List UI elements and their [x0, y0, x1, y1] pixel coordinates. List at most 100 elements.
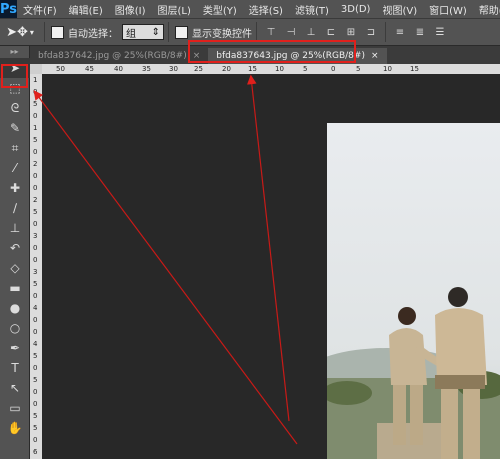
ruler-tick-label: 0 [33, 328, 38, 336]
menu-type[interactable]: 类型(Y) [197, 2, 243, 17]
ruler-tick-label: 0 [33, 400, 38, 408]
ruler-tick-label: 0 [33, 292, 38, 300]
ruler-tick-label: 0 [33, 316, 38, 324]
brush-tool-icon[interactable]: ∕ [0, 198, 30, 218]
show-transform-label: 显示变换控件 [192, 28, 252, 40]
menu-view[interactable]: 视图(V) [376, 2, 423, 17]
ruler-tick-label: 0 [33, 184, 38, 192]
history-brush-tool-icon[interactable]: ↶ [0, 238, 30, 258]
ruler-tick-label: 3 [33, 232, 38, 240]
ruler-tick-label: 10 [383, 65, 392, 73]
rectangle-tool-icon[interactable]: ▭ [0, 398, 30, 418]
ruler-tick-label: 5 [33, 352, 38, 360]
auto-select-checkbox[interactable] [51, 25, 64, 39]
menu-3d[interactable]: 3D(D) [335, 4, 377, 15]
dodge-tool-icon[interactable]: ○ [0, 318, 30, 338]
ruler-tick-label: 0 [33, 220, 38, 228]
ruler-tick-label: 45 [85, 65, 94, 73]
ruler-tick-label: 5 [303, 65, 308, 73]
annotation-highlight-active-tab [188, 40, 356, 63]
annotation-highlight-move-tool [1, 64, 28, 88]
ruler-origin[interactable] [30, 64, 42, 74]
ruler-tick-label: 0 [33, 364, 38, 372]
menu-select[interactable]: 选择(S) [243, 2, 289, 17]
horizontal-ruler: 50 45 40 35 30 25 20 15 10 5 0 5 10 15 [30, 64, 500, 74]
tab-label: bfda837642.jpg @ 25%(RGB/8#) [38, 51, 187, 61]
align-right-icon[interactable]: ⊐ [363, 24, 379, 40]
move-icon: ➤✥ [6, 24, 28, 40]
align-bottom-icon[interactable]: ⊥ [303, 24, 319, 40]
divider [256, 22, 257, 42]
ruler-tick-label: 0 [33, 244, 38, 252]
panel-grip-icon[interactable]: ▸▸ [0, 46, 29, 58]
lasso-tool-icon[interactable]: ᘓ [0, 98, 30, 118]
menu-edit[interactable]: 编辑(E) [63, 2, 109, 17]
ruler-tick-label: 50 [56, 65, 65, 73]
tool-preset-picker[interactable]: ➤✥ ▾ [0, 21, 40, 43]
ruler-tick-label: 20 [222, 65, 231, 73]
ruler-tick-label: 5 [33, 412, 38, 420]
updown-icon: ⇕ [151, 26, 160, 38]
blur-tool-icon[interactable]: ● [0, 298, 30, 318]
eraser-tool-icon[interactable]: ◇ [0, 258, 30, 278]
ruler-tick-label: 10 [275, 65, 284, 73]
eyedropper-tool-icon[interactable]: ⁄ [0, 158, 30, 178]
ruler-tick-label: 35 [142, 65, 151, 73]
close-icon[interactable]: × [371, 51, 379, 61]
photo-couple-soldiers [327, 123, 500, 459]
ruler-tick-label: 30 [169, 65, 178, 73]
ruler-tick-label: 4 [33, 304, 38, 312]
menu-image[interactable]: 图像(I) [109, 2, 152, 17]
ruler-tick-label: 5 [33, 100, 38, 108]
auto-select-dropdown[interactable]: 组 ⇕ [122, 24, 164, 40]
align-hcenter-icon[interactable]: ⊞ [343, 24, 359, 40]
show-transform-checkbox[interactable] [175, 25, 188, 39]
ruler-tick-label: 0 [33, 88, 38, 96]
ruler-tick-label: 15 [410, 65, 419, 73]
menu-help[interactable]: 帮助(H) [473, 2, 500, 17]
menu-layer[interactable]: 图层(L) [152, 2, 197, 17]
distribute-top-icon[interactable]: ≡ [392, 24, 408, 40]
vertical-ruler: 10501502002503003504004505005506 [30, 74, 42, 459]
ruler-tick-label: 1 [33, 76, 38, 84]
ruler-tick-label: 0 [331, 65, 336, 73]
menu-filter[interactable]: 滤镜(T) [289, 2, 335, 17]
auto-select-value: 组 [126, 28, 136, 40]
menu-window[interactable]: 窗口(W) [423, 2, 473, 17]
ruler-tick-label: 5 [356, 65, 361, 73]
quick-select-tool-icon[interactable]: ✎ [0, 118, 30, 138]
ruler-tick-label: 2 [33, 196, 38, 204]
hand-tool-icon[interactable]: ✋ [0, 418, 30, 438]
align-top-icon[interactable]: ⊤ [263, 24, 279, 40]
ruler-tick-label: 15 [248, 65, 257, 73]
type-tool-icon[interactable]: T [0, 358, 30, 378]
document-image[interactable] [327, 123, 500, 459]
ruler-tick-label: 5 [33, 280, 38, 288]
chevron-down-icon: ▾ [29, 27, 34, 37]
distribute-vcenter-icon[interactable]: ≣ [412, 24, 428, 40]
divider [44, 22, 45, 42]
ruler-tick-label: 0 [33, 112, 38, 120]
clone-stamp-tool-icon[interactable]: ⊥ [0, 218, 30, 238]
ruler-tick-label: 40 [114, 65, 123, 73]
align-vcenter-icon[interactable]: ⊣ [283, 24, 299, 40]
path-select-tool-icon[interactable]: ↖ [0, 378, 30, 398]
ruler-tick-label: 25 [194, 65, 203, 73]
ruler-tick-label: 2 [33, 160, 38, 168]
ruler-tick-label: 5 [33, 208, 38, 216]
healing-brush-tool-icon[interactable]: ✚ [0, 178, 30, 198]
gradient-tool-icon[interactable]: ▬ [0, 278, 30, 298]
ruler-tick-label: 5 [33, 136, 38, 144]
ruler-tick-label: 6 [33, 448, 38, 456]
photoshop-logo: Ps [0, 0, 18, 18]
ruler-tick-label: 4 [33, 340, 38, 348]
distribute-bottom-icon[interactable]: ☰ [432, 24, 448, 40]
tab-document-1[interactable]: bfda837642.jpg @ 25%(RGB/8#) × [30, 48, 209, 64]
menu-file[interactable]: 文件(F) [17, 2, 63, 17]
align-left-icon[interactable]: ⊏ [323, 24, 339, 40]
ruler-tick-label: 3 [33, 268, 38, 276]
crop-tool-icon[interactable]: ⌗ [0, 138, 30, 158]
pen-tool-icon[interactable]: ✒ [0, 338, 30, 358]
ruler-tick-label: 0 [33, 148, 38, 156]
divider [168, 22, 169, 42]
